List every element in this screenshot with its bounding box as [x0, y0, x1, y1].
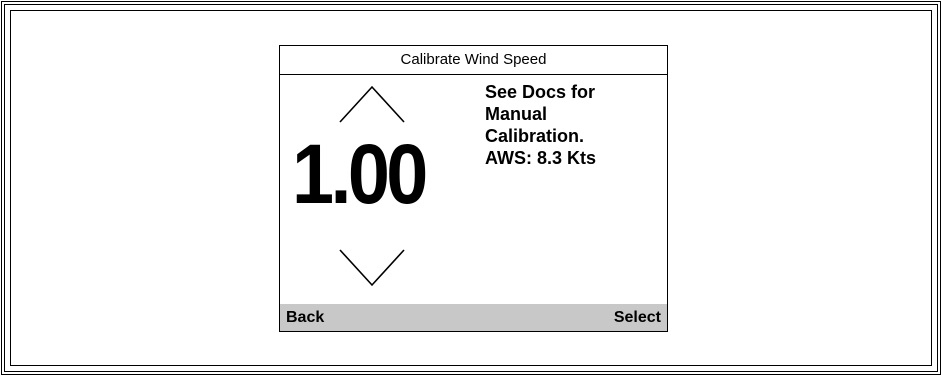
- screen-title: Calibrate Wind Speed: [280, 46, 667, 75]
- device-screen: Calibrate Wind Speed 1.00 See Docs for M…: [279, 45, 668, 332]
- calibration-value: 1.00: [292, 127, 428, 221]
- info-line-2: Manual: [485, 104, 548, 124]
- info-panel: See Docs for Manual Calibration. AWS: 8.…: [485, 81, 665, 169]
- info-line-3: Calibration.: [485, 126, 585, 146]
- back-button[interactable]: Back: [286, 304, 324, 331]
- softkey-bar: Back Select: [280, 304, 667, 331]
- info-line-1: See Docs for: [485, 82, 596, 102]
- chevron-up-icon[interactable]: [338, 84, 406, 124]
- aws-readout: AWS: 8.3 Kts: [485, 148, 597, 168]
- select-button[interactable]: Select: [614, 304, 661, 331]
- chevron-down-icon[interactable]: [338, 248, 406, 288]
